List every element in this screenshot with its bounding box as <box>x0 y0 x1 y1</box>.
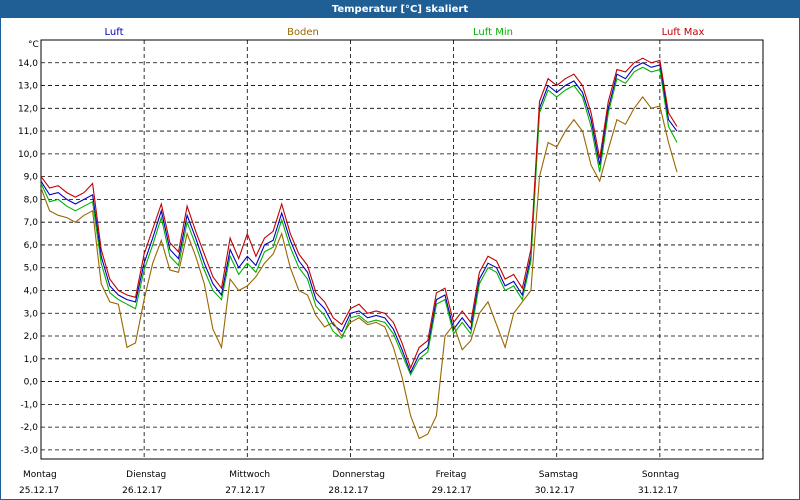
x-weekday-label: Donnerstag <box>332 470 385 480</box>
y-tick-label: 2,0 <box>24 332 39 342</box>
x-date-label: 28.12.17 <box>328 486 368 496</box>
x-date-label: 30.12.17 <box>535 486 575 496</box>
y-tick-label: 1,0 <box>24 355 39 365</box>
y-tick-label: -1,0 <box>20 400 38 410</box>
chart-window: Temperatur [°C] skaliert -3,0 -2,0 -1,0 0,0… <box>0 0 800 500</box>
x-date-label: 27.12.17 <box>225 486 265 496</box>
x-weekday-label: Freitag <box>436 470 467 480</box>
x-weekday-label: Sonntag <box>642 470 679 480</box>
y-tick-label: 0,0 <box>24 378 39 388</box>
x-date-label: 26.12.17 <box>122 486 162 496</box>
y-tick-label: 13,0 <box>18 82 38 92</box>
x-weekday-label: Samstag <box>539 470 578 480</box>
legend-entry: Luft Max <box>662 27 705 38</box>
x-weekday-label: Dienstag <box>126 470 166 480</box>
y-tick-label: 11,0 <box>18 127 38 137</box>
y-tick-label: 5,0 <box>24 264 39 274</box>
y-tick-label: 10,0 <box>18 150 38 160</box>
y-tick-label: 14,0 <box>18 59 38 69</box>
y-tick-label: -2,0 <box>20 423 38 433</box>
legend-entry: Boden <box>287 27 319 38</box>
y-tick-label: 3,0 <box>24 309 39 319</box>
x-date-label: 31.12.17 <box>638 486 678 496</box>
y-tick-label: 7,0 <box>24 218 39 228</box>
legend-entry: Luft <box>105 27 124 38</box>
y-tick-label: 12,0 <box>18 104 38 114</box>
x-date-label: 25.12.17 <box>19 486 59 496</box>
x-date-label: 29.12.17 <box>432 486 472 496</box>
y-tick-label: 6,0 <box>24 241 39 251</box>
y-tick-label: 4,0 <box>24 286 39 296</box>
temperature-chart: -3,0 -2,0 -1,0 0,0 1,0 2,0 3,0 4,0 5,0 6,0 7,0 8,0 9… <box>18 27 764 496</box>
x-weekday-label: Mittwoch <box>229 470 270 480</box>
x-weekday-label: Montag <box>23 470 57 480</box>
y-tick-label: -3,0 <box>20 446 38 456</box>
y-axis-label: °C <box>28 40 39 50</box>
legend-entry: Luft Min <box>473 27 513 38</box>
y-tick-label: 8,0 <box>24 195 39 205</box>
y-tick-label: 9,0 <box>24 173 39 183</box>
